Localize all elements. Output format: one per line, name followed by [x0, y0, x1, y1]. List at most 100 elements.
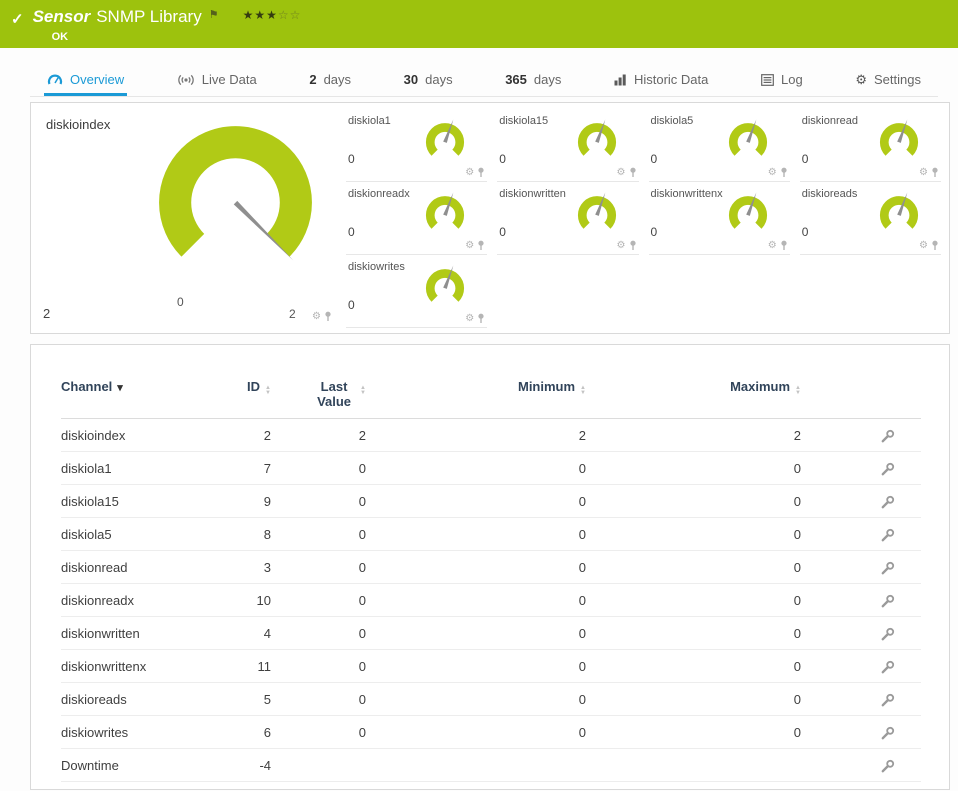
channel-table-panel: Channel ▾ ID ▲ ▼ Last Value ▲ ▼ Minimum ▲ ▼ Max… [30, 344, 950, 790]
gear-icon[interactable]: ⚙ [919, 240, 928, 251]
channel-minimum: 0 [578, 691, 586, 707]
column-header-channel[interactable]: Channel ▾ [61, 379, 211, 419]
channel-settings-icon[interactable] [881, 429, 895, 443]
channel-maximum: 0 [793, 592, 801, 608]
table-row[interactable]: diskiola1 7 0 0 0 [61, 452, 921, 485]
gauge-channel-label: diskionwrittenx [650, 188, 723, 200]
table-row[interactable]: Downtime -4 [61, 749, 921, 782]
pin-icon[interactable] [629, 167, 637, 178]
channel-settings-icon[interactable] [881, 759, 895, 773]
column-header-last-value[interactable]: Last Value ▲ ▼ [271, 379, 366, 419]
pin-icon[interactable] [780, 240, 788, 251]
chevron-down-icon: ▾ [117, 382, 123, 394]
tab-settings[interactable]: ⚙ Settings [852, 66, 924, 96]
channel-id: 9 [263, 493, 271, 509]
tab-365-days[interactable]: 365 days [502, 66, 564, 96]
channel-settings-icon[interactable] [881, 693, 895, 707]
channel-last-value: 0 [358, 691, 366, 707]
gauge-actions: ⚙ [465, 167, 485, 178]
pin-icon[interactable] [931, 240, 939, 251]
gear-icon[interactable]: ⚙ [617, 167, 626, 178]
tab-log[interactable]: Log [758, 66, 806, 96]
channel-id: 10 [256, 592, 271, 608]
gauge-diskioreads[interactable]: diskioreads 0 ⚙ [799, 182, 941, 255]
table-row[interactable]: diskionreadx 10 0 0 0 [61, 584, 921, 617]
priority-stars[interactable]: ★★★☆☆ [243, 8, 302, 22]
gauge-diskiowrites[interactable]: diskiowrites 0 ⚙ [346, 255, 488, 328]
gauge-value: 0 [348, 152, 355, 166]
pin-icon[interactable] [477, 313, 485, 324]
column-header-maximum[interactable]: Maximum ▲ ▼ [586, 379, 801, 419]
tab-label: Overview [70, 72, 125, 87]
pin-icon[interactable] [477, 167, 485, 178]
gauge-dial [728, 192, 767, 229]
gauge-actions: ⚙ [919, 240, 939, 251]
tab-30-days[interactable]: 30 days [401, 66, 456, 96]
gear-icon[interactable]: ⚙ [768, 240, 777, 251]
gauge-diskionwritten[interactable]: diskionwritten 0 ⚙ [497, 182, 639, 255]
channel-settings-icon[interactable] [881, 627, 895, 641]
pin-icon[interactable] [324, 311, 332, 322]
gear-icon[interactable]: ⚙ [768, 167, 777, 178]
sort-icon[interactable]: ▲ ▼ [360, 385, 366, 396]
tab-label: Settings [873, 72, 921, 87]
gauge-actions: ⚙ [768, 240, 788, 251]
gear-icon[interactable]: ⚙ [312, 311, 321, 322]
gear-icon[interactable]: ⚙ [465, 313, 474, 324]
channel-settings-icon[interactable] [881, 528, 895, 542]
table-row[interactable]: diskionread 3 0 0 0 [61, 551, 921, 584]
column-header-minimum[interactable]: Minimum ▲ ▼ [366, 379, 586, 419]
tab-historic-data[interactable]: Historic Data [611, 66, 711, 96]
pin-icon[interactable] [477, 240, 485, 251]
tab-live-data[interactable]: Live Data [174, 66, 260, 96]
table-row[interactable]: diskioreads 5 0 0 0 [61, 683, 921, 716]
tab-2-days[interactable]: 2 days [306, 66, 354, 96]
table-row[interactable]: diskionwritten 4 0 0 0 [61, 617, 921, 650]
pin-icon[interactable] [780, 167, 788, 178]
gear-icon[interactable]: ⚙ [465, 167, 474, 178]
channel-last-value: 0 [358, 592, 366, 608]
gauge-diskioindex[interactable]: diskioindex 2 0 2 ⚙ [31, 103, 346, 333]
table-row[interactable]: diskiola15 9 0 0 0 [61, 485, 921, 518]
channel-table: Channel ▾ ID ▲ ▼ Last Value ▲ ▼ Minimum ▲ ▼ Max… [61, 379, 921, 782]
table-row[interactable]: diskiola5 8 0 0 0 [61, 518, 921, 551]
gear-icon[interactable]: ⚙ [919, 167, 928, 178]
channel-name: diskionreadx [61, 592, 134, 608]
pin-icon[interactable] [931, 167, 939, 178]
tab-overview[interactable]: Overview [44, 66, 128, 96]
gear-icon[interactable]: ⚙ [617, 240, 626, 251]
table-row[interactable]: diskioindex 2 2 2 2 [61, 419, 921, 452]
table-row[interactable]: diskionwrittenx 11 0 0 0 [61, 650, 921, 683]
channel-settings-icon[interactable] [881, 726, 895, 740]
sort-icon[interactable]: ▲ ▼ [580, 385, 586, 396]
gauge-diskionread[interactable]: diskionread 0 ⚙ [799, 109, 941, 182]
gauge-dial [577, 119, 616, 156]
sort-icon[interactable]: ▲ ▼ [795, 385, 801, 396]
pin-icon[interactable] [629, 240, 637, 251]
channel-name: diskiola1 [61, 460, 112, 476]
tab-label: Log [781, 72, 803, 87]
channel-maximum: 0 [793, 691, 801, 707]
channel-settings-icon[interactable] [881, 495, 895, 509]
small-gauges-grid: diskiola1 0 ⚙ diskiola15 0 ⚙ diskiola5 0… [346, 109, 941, 333]
flag-icon[interactable]: ⚑ [209, 8, 219, 21]
gear-icon[interactable]: ⚙ [465, 240, 474, 251]
gauge-diskiola5[interactable]: diskiola5 0 ⚙ [648, 109, 790, 182]
sort-icon[interactable]: ▲ ▼ [265, 385, 271, 396]
channel-settings-icon[interactable] [881, 594, 895, 608]
gauge-diskionreadx[interactable]: diskionreadx 0 ⚙ [346, 182, 488, 255]
gauge-diskiola15[interactable]: diskiola15 0 ⚙ [497, 109, 639, 182]
channel-maximum [586, 749, 801, 782]
gauge-diskiola1[interactable]: diskiola1 0 ⚙ [346, 109, 488, 182]
gauge-diskionwrittenx[interactable]: diskionwrittenx 0 ⚙ [648, 182, 790, 255]
tab-value: 2 [309, 72, 317, 87]
channel-settings-icon[interactable] [881, 561, 895, 575]
table-row[interactable]: diskiowrites 6 0 0 0 [61, 716, 921, 749]
channel-settings-icon[interactable] [881, 660, 895, 674]
channel-id: 11 [257, 658, 272, 674]
channel-settings-icon[interactable] [881, 462, 895, 476]
channel-id: 4 [263, 625, 271, 641]
bar-chart-icon [614, 74, 626, 85]
channel-minimum: 0 [578, 724, 586, 740]
column-header-id[interactable]: ID ▲ ▼ [211, 379, 271, 419]
